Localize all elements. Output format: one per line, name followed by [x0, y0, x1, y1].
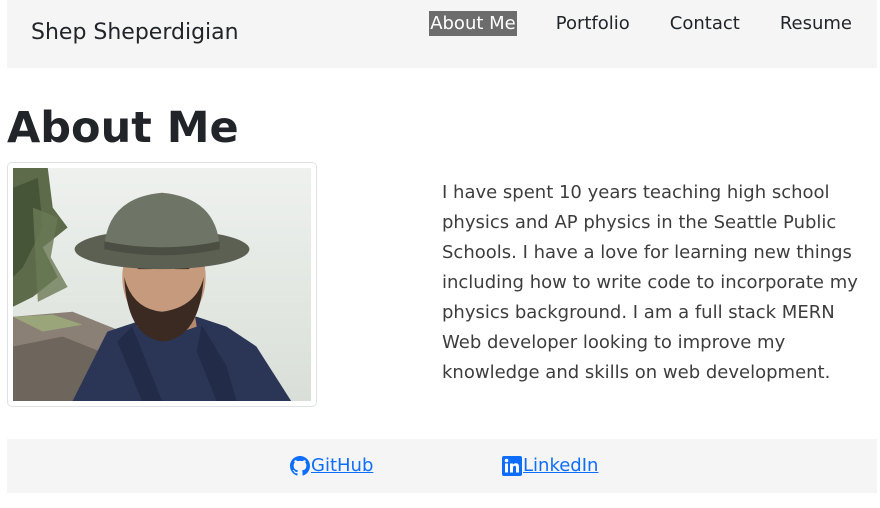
github-label: GitHub — [311, 455, 374, 476]
bio-text: I have spent 10 years teaching high scho… — [442, 182, 858, 383]
page-title: About Me — [7, 103, 239, 153]
nav-links: About Me Portfolio Contact Resume — [429, 11, 853, 36]
github-link[interactable]: GitHub — [290, 455, 373, 476]
nav-link-contact[interactable]: Contact — [669, 11, 741, 36]
linkedin-link[interactable]: LinkedIn — [502, 455, 598, 476]
profile-photo-frame — [7, 162, 317, 407]
profile-photo — [13, 168, 311, 401]
navbar: Shep Sheperdigian About Me Portfolio Con… — [7, 0, 877, 68]
nav-link-portfolio[interactable]: Portfolio — [555, 11, 631, 36]
nav-link-resume[interactable]: Resume — [779, 11, 853, 36]
nav-link-about-me[interactable]: About Me — [429, 11, 517, 36]
linkedin-icon — [502, 455, 522, 476]
linkedin-label: LinkedIn — [523, 455, 599, 476]
site-brand[interactable]: Shep Sheperdigian — [31, 20, 239, 45]
footer: GitHub LinkedIn — [7, 439, 877, 493]
github-icon — [290, 455, 310, 476]
